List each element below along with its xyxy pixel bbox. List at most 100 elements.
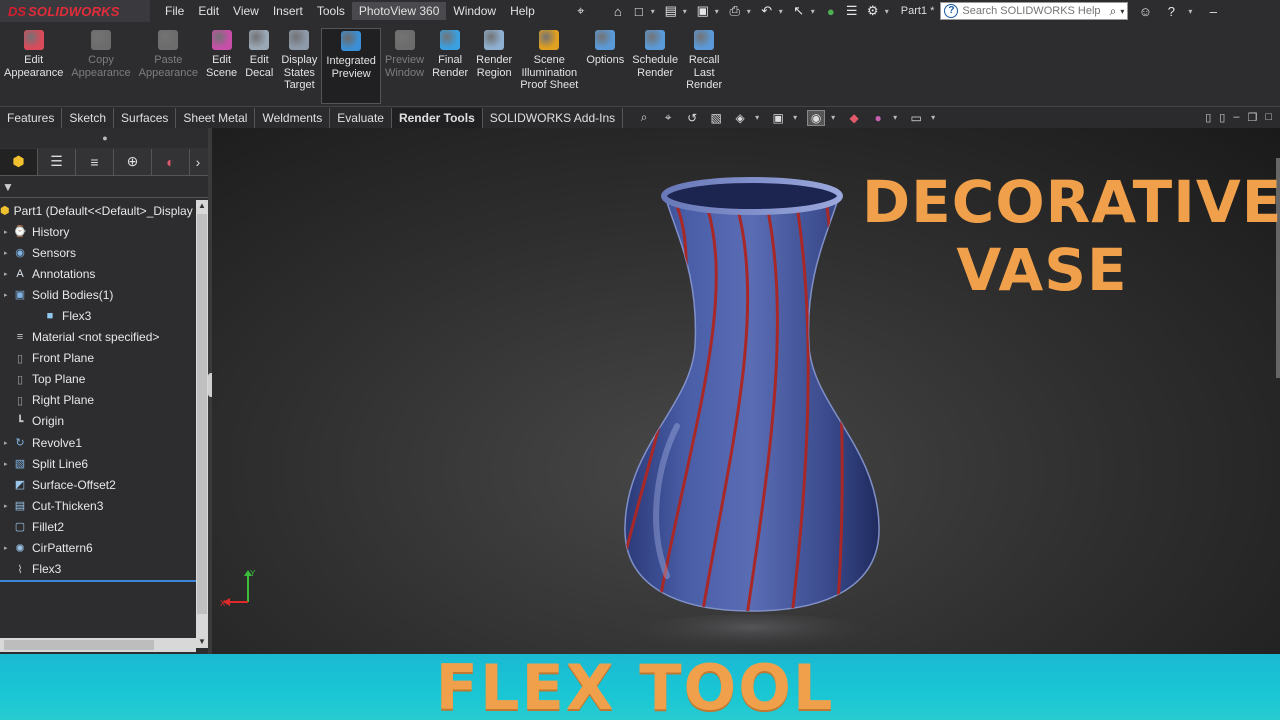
menu-item-file[interactable]: File bbox=[158, 2, 191, 20]
scroll-up-icon[interactable]: ▲ bbox=[196, 200, 208, 212]
tab-weldments[interactable]: Weldments bbox=[255, 107, 331, 128]
chevron-down-icon[interactable]: ▾ bbox=[755, 113, 763, 122]
tree-vertical-scrollbar[interactable]: ▲ ▼ bbox=[196, 200, 208, 648]
chevron-down-icon[interactable]: ▾ bbox=[931, 113, 939, 122]
configuration-manager-tab-icon[interactable]: ≡ bbox=[76, 148, 114, 175]
chevron-down-icon[interactable]: ▾ bbox=[1188, 7, 1196, 16]
tab-solidworks-add-ins[interactable]: SOLIDWORKS Add-Ins bbox=[483, 107, 624, 128]
help-search-input[interactable] bbox=[962, 5, 1110, 17]
display-states-button[interactable]: Display States Target bbox=[277, 30, 321, 92]
expand-arrow-icon[interactable]: ▸ bbox=[4, 544, 12, 552]
minimize-viewport-icon[interactable]: ‒ bbox=[1233, 111, 1239, 124]
chevron-down-icon[interactable]: ▾ bbox=[651, 7, 659, 16]
tab-sheet-metal[interactable]: Sheet Metal bbox=[176, 107, 256, 128]
menu-item-edit[interactable]: Edit bbox=[191, 2, 226, 20]
pin-icon[interactable]: ⌖ bbox=[572, 3, 590, 19]
expand-arrow-icon[interactable]: ▸ bbox=[4, 249, 12, 257]
proof-sheet-button[interactable]: Scene Illumination Proof Sheet bbox=[516, 30, 582, 92]
dynamic-annotation-icon[interactable]: ◈ bbox=[731, 110, 749, 126]
menu-item-photoview-360[interactable]: PhotoView 360 bbox=[351, 2, 447, 20]
expand-arrow-icon[interactable]: ▸ bbox=[4, 270, 12, 278]
maximize-viewport-icon[interactable]: □ bbox=[1265, 111, 1272, 124]
chevron-down-icon[interactable]: ▾ bbox=[793, 113, 801, 122]
menu-item-insert[interactable]: Insert bbox=[266, 2, 310, 20]
user-account-icon[interactable]: ☺ bbox=[1136, 3, 1154, 19]
rebuild-traffic-light-icon[interactable]: ● bbox=[822, 3, 840, 19]
zoom-to-fit-icon[interactable]: ⌕ bbox=[635, 110, 653, 126]
menu-item-tools[interactable]: Tools bbox=[310, 2, 352, 20]
section-view-icon[interactable]: ▧ bbox=[707, 110, 725, 126]
final-render-button[interactable]: Final Render bbox=[428, 30, 472, 79]
tree-item-material-not-specified[interactable]: ≡ Material <not specified> bbox=[0, 327, 196, 348]
tree-item-front-plane[interactable]: ▯ Front Plane bbox=[0, 348, 196, 369]
tree-item-revolve1[interactable]: ▸ ↻ Revolve1 bbox=[0, 432, 196, 453]
tab-features[interactable]: Features bbox=[0, 107, 63, 128]
view-orientation-icon[interactable]: ▣ bbox=[769, 110, 787, 126]
help-icon[interactable]: ? bbox=[1162, 3, 1180, 19]
tab-render-tools[interactable]: Render Tools bbox=[391, 107, 483, 128]
menu-item-help[interactable]: Help bbox=[503, 2, 542, 20]
preview-window-button[interactable]: Preview Window bbox=[381, 30, 428, 79]
tree-item-cut-thicken3[interactable]: ▸ ▤ Cut-Thicken3 bbox=[0, 495, 196, 516]
split-viewport-icon[interactable]: ▯ bbox=[1219, 111, 1225, 124]
tree-item-top-plane[interactable]: ▯ Top Plane bbox=[0, 369, 196, 390]
new-document-icon[interactable]: □ bbox=[630, 3, 648, 19]
open-folder-icon[interactable]: ▤ bbox=[662, 3, 680, 19]
solidworks-logo[interactable]: DS SOLIDWORKS bbox=[0, 0, 150, 22]
chevron-down-icon[interactable]: ▾ bbox=[831, 113, 839, 122]
expand-arrow-icon[interactable]: ▸ bbox=[4, 460, 12, 468]
recall-render-button[interactable]: Recall Last Render bbox=[682, 30, 726, 92]
scrollbar-thumb[interactable] bbox=[197, 214, 207, 614]
file-properties-icon[interactable]: ☰ bbox=[843, 3, 861, 19]
tab-evaluate[interactable]: Evaluate bbox=[330, 107, 392, 128]
graphics-viewport[interactable]: DECORATIVE VASE X Y bbox=[212, 128, 1280, 654]
tree-item-right-plane[interactable]: ▯ Right Plane bbox=[0, 390, 196, 411]
tile-viewport-icon[interactable]: ❐ bbox=[1247, 111, 1257, 124]
apply-scene-icon[interactable]: ● bbox=[869, 110, 887, 126]
expand-arrow-icon[interactable]: ▸ bbox=[4, 502, 12, 510]
filter-funnel-icon[interactable]: ▼ bbox=[2, 180, 14, 194]
tab-sketch[interactable]: Sketch bbox=[62, 107, 115, 128]
hide-show-items-icon[interactable]: ◉ bbox=[807, 109, 826, 126]
panel-grip[interactable]: ● bbox=[0, 128, 210, 148]
tree-item-flex3[interactable]: ■ Flex3 bbox=[0, 305, 196, 326]
feature-manager-tab-icon[interactable]: ⬢ bbox=[0, 148, 38, 175]
help-search-box[interactable]: ? ⌕ ▾ bbox=[940, 2, 1129, 20]
tree-item-surface-offset2[interactable]: ◩ Surface-Offset2 bbox=[0, 474, 196, 495]
minimize-icon[interactable]: ‒ bbox=[1204, 3, 1222, 19]
home-icon[interactable]: ⌂ bbox=[609, 3, 627, 19]
more-tabs-chevron-icon[interactable]: › bbox=[190, 149, 206, 175]
expand-arrow-icon[interactable]: ▸ bbox=[4, 439, 12, 447]
copy-appearance-button[interactable]: Copy Appearance bbox=[67, 30, 134, 79]
tree-item-solid-bodies-1[interactable]: ▸ ▣ Solid Bodies(1) bbox=[0, 284, 196, 305]
options-button[interactable]: Options bbox=[582, 30, 628, 67]
scrollbar-thumb[interactable] bbox=[4, 640, 154, 650]
expand-arrow-icon[interactable]: ▸ bbox=[4, 228, 12, 236]
tree-item-origin[interactable]: ┗ Origin bbox=[0, 411, 196, 432]
undo-icon[interactable]: ↶ bbox=[758, 3, 776, 19]
tree-horizontal-scrollbar[interactable] bbox=[0, 638, 196, 652]
select-cursor-icon[interactable]: ↖ bbox=[790, 3, 808, 19]
tree-root-part[interactable]: ⬢ Part1 (Default<<Default>_Display S bbox=[0, 200, 196, 221]
chevron-down-icon[interactable]: ▾ bbox=[715, 7, 723, 16]
edit-appearance-button[interactable]: Edit Appearance bbox=[0, 30, 67, 79]
tree-item-split-line6[interactable]: ▸ ▧ Split Line6 bbox=[0, 453, 196, 474]
display-manager-tab-icon[interactable]: ◐ bbox=[152, 148, 190, 175]
integrated-preview-button[interactable]: Integrated Preview bbox=[321, 28, 381, 104]
zoom-to-area-icon[interactable]: ⌖ bbox=[659, 110, 677, 126]
render-region-button[interactable]: Render Region bbox=[472, 30, 516, 79]
print-icon[interactable]: ⎙ bbox=[726, 3, 744, 19]
menu-item-view[interactable]: View bbox=[226, 2, 266, 20]
tree-item-sensors[interactable]: ▸ ◉ Sensors bbox=[0, 242, 196, 263]
paste-appearance-button[interactable]: Paste Appearance bbox=[135, 30, 202, 79]
chevron-down-icon[interactable]: ▾ bbox=[1120, 7, 1124, 16]
chevron-down-icon[interactable]: ▾ bbox=[885, 7, 893, 16]
schedule-render-button[interactable]: Schedule Render bbox=[628, 30, 682, 79]
tree-item-fillet2[interactable]: ▢ Fillet2 bbox=[0, 516, 196, 537]
vase-model[interactable] bbox=[617, 166, 887, 654]
chevron-down-icon[interactable]: ▾ bbox=[779, 7, 787, 16]
previous-view-icon[interactable]: ↺ bbox=[683, 110, 701, 126]
edit-decal-button[interactable]: Edit Decal bbox=[241, 30, 277, 79]
tree-item-cirpattern6[interactable]: ▸ ✺ CirPattern6 bbox=[0, 538, 196, 559]
tab-surfaces[interactable]: Surfaces bbox=[114, 107, 177, 128]
